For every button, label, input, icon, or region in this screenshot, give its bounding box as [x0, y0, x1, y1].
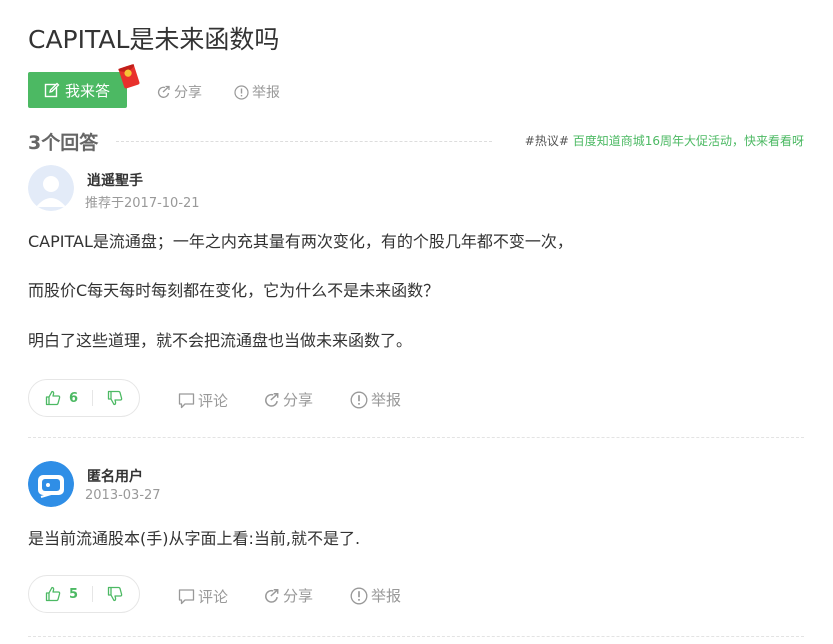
thumbs-up-icon [45, 390, 61, 406]
share-label: 分享 [283, 587, 314, 605]
comment-label: 评论 [198, 392, 229, 410]
answers-header: 3个回答 #热议# 百度知道商城16周年大促活动，快来看看呀 [28, 128, 804, 154]
report-icon [234, 84, 249, 100]
answer-paragraph: CAPITAL是流通盘；一年之内充其量有两次变化，有的个股几年都不变一次， [28, 232, 573, 251]
header-divider [116, 141, 492, 142]
comment-button[interactable]: 评论 [178, 586, 228, 607]
answer-button[interactable]: 我来答 [28, 72, 127, 108]
comment-icon [178, 589, 195, 605]
answer-divider [28, 636, 804, 637]
like-button[interactable]: 5 [29, 586, 78, 602]
vote-separator [92, 390, 94, 406]
comment-label: 评论 [198, 588, 229, 606]
vote-box: 6 [28, 379, 140, 417]
share-button[interactable]: 分享 [264, 585, 313, 606]
answer-count: 3个回答 [28, 132, 99, 154]
avatar[interactable] [28, 461, 74, 507]
report-icon [350, 587, 368, 604]
default-avatar-icon [28, 165, 74, 211]
answer-paragraph: 明白了这些道理，就不会把流通盘也当做未来函数了。 [28, 331, 413, 350]
question-report-label: 举报 [252, 85, 280, 101]
share-label: 分享 [283, 391, 314, 409]
hot-topic-link[interactable]: #热议# 百度知道商城16周年大促活动，快来看看呀 [525, 132, 804, 149]
share-button[interactable]: 分享 [264, 389, 313, 410]
question-report-button[interactable]: 举报 [234, 82, 280, 102]
hot-topic-tag: #热议# [524, 134, 569, 148]
share-icon [157, 85, 170, 98]
report-label: 举报 [371, 587, 402, 605]
question-share-label: 分享 [174, 85, 202, 101]
red-envelope-icon [118, 64, 140, 89]
anonymous-avatar-icon [28, 461, 74, 507]
like-button[interactable]: 6 [29, 390, 78, 406]
question-share-button[interactable]: 分享 [157, 82, 202, 102]
promo-link[interactable]: 百度知道商城16周年大促活动，快来看看呀 [573, 134, 804, 148]
user-name[interactable]: 匿名用户 [87, 466, 143, 486]
report-icon [350, 391, 368, 408]
answer-paragraph: 是当前流通股本(手)从字面上看:当前,就不是了. [28, 529, 361, 548]
vote-separator [92, 586, 94, 602]
comment-icon [178, 393, 195, 409]
like-count: 6 [69, 390, 79, 406]
report-button[interactable]: 举报 [350, 389, 401, 410]
thumbs-down-icon [107, 586, 123, 602]
comment-button[interactable]: 评论 [178, 390, 228, 411]
avatar[interactable] [28, 165, 74, 211]
report-label: 举报 [371, 391, 402, 409]
thumbs-down-icon [107, 390, 123, 406]
answer-divider [28, 437, 804, 438]
question-title: CAPITAL是未来函数吗 [28, 25, 280, 54]
thumbs-up-icon [45, 586, 61, 602]
answer-paragraph: 而股价C每天每时每刻都在变化，它为什么不是未来函数？ [28, 281, 440, 300]
share-icon [265, 588, 279, 603]
answer-date: 2013-03-27 [85, 488, 161, 503]
like-count: 5 [69, 586, 79, 602]
share-icon [265, 392, 279, 407]
dislike-button[interactable] [107, 586, 123, 602]
edit-icon [44, 82, 60, 98]
dislike-button[interactable] [107, 390, 123, 406]
answer-button-label: 我来答 [65, 81, 111, 100]
report-button[interactable]: 举报 [350, 585, 401, 606]
vote-box: 5 [28, 575, 140, 613]
answer-date: 推荐于2017-10-21 [85, 196, 200, 211]
user-name[interactable]: 逍遥聖手 [87, 170, 143, 190]
